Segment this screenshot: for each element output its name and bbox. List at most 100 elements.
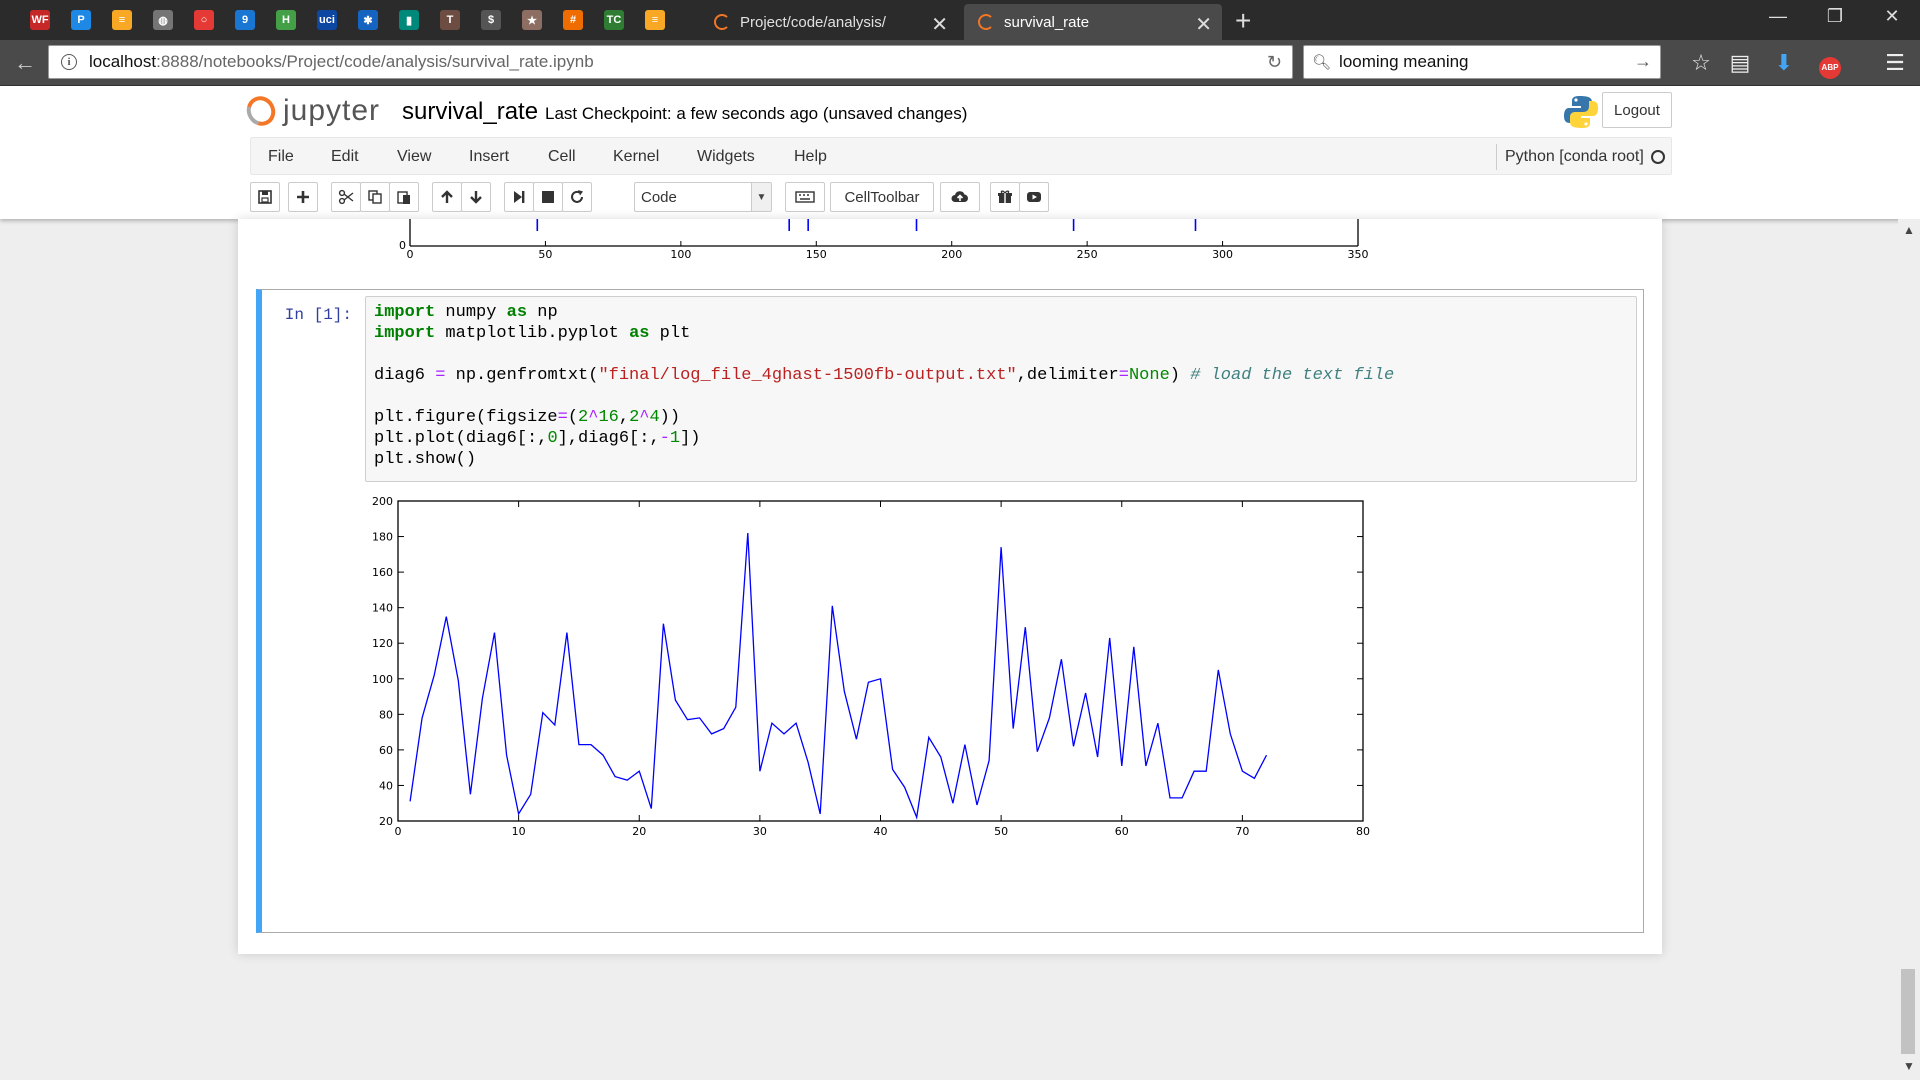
menu-kernel[interactable]: Kernel — [613, 148, 659, 166]
jupyter-logo[interactable]: jupyter — [241, 91, 380, 131]
restore-icon[interactable]: ❐ — [1815, 6, 1855, 27]
y-tick-label: 0 — [399, 239, 406, 252]
tab-project-analysis[interactable]: Project/code/analysis/ ✕ — [700, 4, 958, 40]
pinned-tab[interactable]: TC — [600, 6, 628, 34]
star-icon: ✱ — [358, 10, 378, 30]
pinned-tab[interactable]: ▮ — [395, 6, 423, 34]
address-bar[interactable]: i localhost:8888/notebooks/Project/code/… — [48, 45, 1293, 79]
pinned-tab[interactable]: ≡ — [641, 6, 669, 34]
run-cell-button[interactable] — [504, 182, 534, 212]
celltoolbar-button[interactable]: CellToolbar — [830, 182, 934, 212]
x-tick-label: 100 — [670, 248, 691, 261]
notebook-name[interactable]: survival_rate — [402, 98, 538, 126]
pinned-tab[interactable]: 9 — [231, 6, 259, 34]
pinned-tab[interactable]: ◍ — [149, 6, 177, 34]
y-tick-label: 180 — [372, 531, 393, 544]
close-tab-icon[interactable]: ✕ — [931, 12, 948, 37]
interrupt-kernel-button[interactable] — [533, 182, 563, 212]
reload-icon[interactable]: ↻ — [1267, 52, 1282, 73]
x-tick-label: 70 — [1235, 825, 1249, 838]
pinned-tab[interactable]: ★ — [518, 6, 546, 34]
menu-cell[interactable]: Cell — [548, 148, 576, 166]
pinned-tab[interactable]: uci — [313, 6, 341, 34]
search-go-icon[interactable]: → — [1634, 51, 1652, 72]
search-icon: 🔍︎ — [1312, 54, 1332, 71]
menu-view[interactable]: View — [397, 148, 431, 166]
pinned-tab[interactable]: ○ — [190, 6, 218, 34]
pinned-tab[interactable]: ≡ — [108, 6, 136, 34]
search-value: looming meaning — [1339, 52, 1469, 71]
hamburger-menu-icon[interactable]: ☰ — [1880, 50, 1910, 76]
x-tick-label: 40 — [874, 825, 888, 838]
cut-button[interactable] — [331, 182, 361, 212]
notebook-toolbar: Code ▼ CellToolbar — [250, 182, 1672, 216]
move-up-button[interactable] — [432, 182, 462, 212]
reading-list-icon[interactable]: ▤ — [1725, 50, 1755, 76]
logout-button[interactable]: Logout — [1602, 92, 1672, 128]
save-button[interactable] — [250, 182, 280, 212]
command-palette-button[interactable] — [785, 182, 825, 212]
x-tick-label: 10 — [512, 825, 526, 838]
upload-button[interactable] — [940, 182, 980, 212]
paste-button[interactable] — [389, 182, 419, 212]
jupyter-favicon — [978, 14, 994, 30]
menu-widgets[interactable]: Widgets — [697, 148, 755, 166]
pinned-tab[interactable]: T — [436, 6, 464, 34]
pinned-tab[interactable]: # — [559, 6, 587, 34]
download-icon[interactable]: ⬇ — [1769, 50, 1799, 76]
scissors-icon — [338, 189, 354, 205]
bookmark-star-icon[interactable]: ☆ — [1686, 50, 1716, 76]
pinned-tab[interactable]: WF — [26, 6, 54, 34]
cell-type-select[interactable]: Code ▼ — [634, 182, 772, 212]
scroll-down-icon[interactable]: ▼ — [1903, 1059, 1915, 1073]
pinned-tab[interactable]: $ — [477, 6, 505, 34]
leaf-icon: ★ — [522, 10, 542, 30]
code-cell[interactable]: In [1]: import numpy as np import matplo… — [256, 289, 1644, 933]
restart-kernel-button[interactable] — [562, 182, 592, 212]
menu-edit[interactable]: Edit — [331, 148, 359, 166]
info-icon[interactable]: i — [61, 54, 77, 70]
input-prompt: In [1]: — [284, 306, 352, 324]
y-tick-label: 200 — [372, 495, 393, 508]
close-tab-icon[interactable]: ✕ — [1195, 12, 1212, 37]
circle-icon: ○ — [194, 10, 214, 30]
code-line: plt.show() — [374, 450, 477, 469]
y-tick-label: 60 — [379, 744, 393, 757]
tab-title: survival_rate — [1004, 13, 1090, 31]
y-tick-label: 100 — [372, 673, 393, 686]
adblock-icon[interactable]: ABP — [1815, 50, 1845, 79]
menu-file[interactable]: File — [268, 148, 294, 166]
scrollbar-thumb[interactable] — [1901, 969, 1915, 1054]
python-logo-icon — [1564, 96, 1598, 128]
close-window-icon[interactable]: ✕ — [1872, 6, 1912, 27]
search-bar[interactable]: 🔍︎ looming meaning → — [1303, 45, 1661, 79]
youtube-play-icon — [1027, 192, 1041, 202]
menu-help[interactable]: Help — [794, 148, 827, 166]
menu-insert[interactable]: Insert — [469, 148, 509, 166]
pinned-tab[interactable]: H — [272, 6, 300, 34]
code-editor[interactable]: import numpy as np import matplotlib.pyp… — [374, 302, 1628, 470]
scroll-up-icon[interactable]: ▲ — [1903, 223, 1915, 237]
pinned-tab[interactable]: ✱ — [354, 6, 382, 34]
code-input-area[interactable]: import numpy as np import matplotlib.pyp… — [365, 296, 1637, 482]
tab-survival-rate[interactable]: survival_rate ✕ — [964, 4, 1222, 40]
new-tab-button[interactable]: + — [1235, 5, 1251, 37]
move-down-button[interactable] — [461, 182, 491, 212]
browser-titlebar: WF P ≡ ◍ ○ 9 Huci ✱ ▮ T $ ★ # TC ≡ Project/code/analys… — [0, 0, 1920, 40]
insert-cell-button[interactable] — [288, 182, 318, 212]
y-tick-label: 160 — [372, 566, 393, 579]
code-line: diag6 = np.genfromtxt("final/log_file_4g… — [374, 366, 1395, 385]
pinned-tab[interactable]: P — [67, 6, 95, 34]
presentation-button[interactable] — [1019, 182, 1049, 212]
save-icon — [258, 190, 272, 204]
page-scrollbar[interactable]: ▲ ▼ — [1898, 219, 1920, 1080]
gift-button[interactable] — [990, 182, 1020, 212]
feed2-icon: ≡ — [645, 10, 665, 30]
x-tick-label: 80 — [1356, 825, 1370, 838]
checkpoint-status: Last Checkpoint: a few seconds ago (unsa… — [545, 104, 968, 123]
back-button[interactable]: ← — [10, 48, 40, 78]
copy-button[interactable] — [360, 182, 390, 212]
t-icon: T — [440, 10, 460, 30]
wf-icon: WF — [30, 10, 50, 30]
minimize-icon[interactable]: — — [1758, 6, 1798, 27]
